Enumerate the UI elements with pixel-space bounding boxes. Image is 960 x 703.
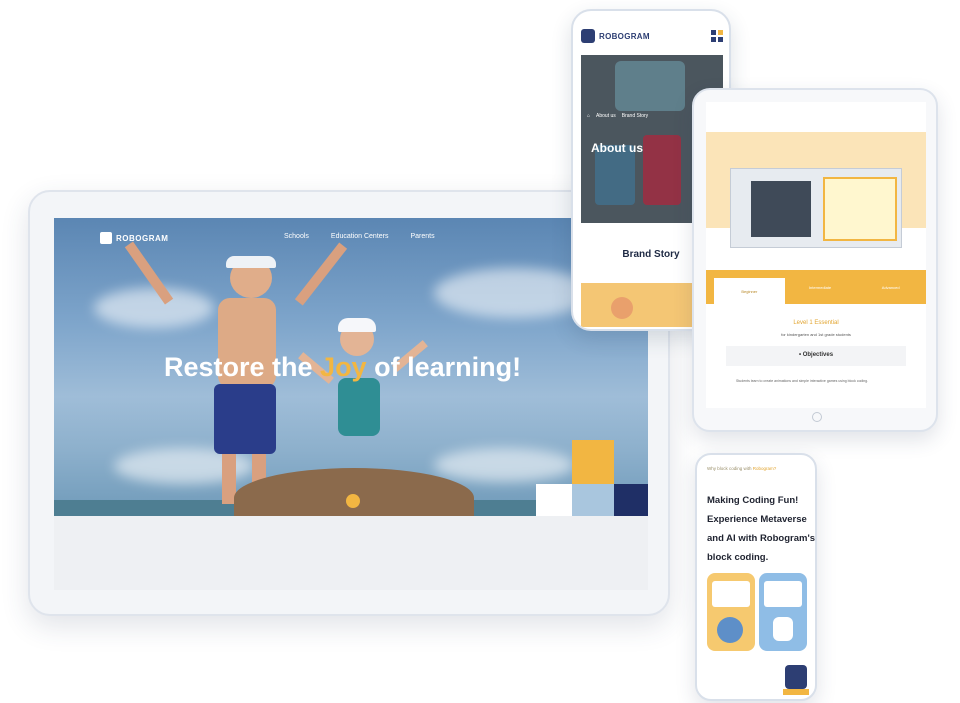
ide-code-panel bbox=[823, 177, 897, 241]
robot-logo-icon bbox=[581, 29, 595, 43]
menu-grid-icon[interactable] bbox=[711, 30, 723, 42]
desktop-screen: ROBOGRAM Schools Education Centers Paren… bbox=[54, 218, 648, 590]
deco-square-navy bbox=[614, 484, 648, 516]
tablet-screen: Beginner Intermediate Advanced Level 1 E… bbox=[706, 102, 926, 408]
tablet-mockup: Beginner Intermediate Advanced Level 1 E… bbox=[692, 88, 938, 432]
robot-logo-icon bbox=[100, 232, 112, 244]
home-icon[interactable]: ⌂ bbox=[587, 113, 590, 119]
ide-stage bbox=[751, 181, 811, 237]
mascot-base bbox=[783, 689, 809, 695]
mobile-header: ROBOGRAM bbox=[581, 21, 723, 51]
feature-card-metaverse[interactable] bbox=[707, 573, 755, 651]
mobile-logo[interactable]: ROBOGRAM bbox=[581, 29, 650, 43]
nav-link-schools[interactable]: Schools bbox=[284, 233, 309, 240]
robot-mascot-icon bbox=[785, 665, 807, 689]
nav-link-parents[interactable]: Parents bbox=[411, 233, 435, 240]
eyebrow-highlight: Robogram? bbox=[752, 466, 777, 471]
nav-link-education-centers[interactable]: Education Centers bbox=[331, 233, 389, 240]
breadcrumb: ⌂ About us Brand Story bbox=[587, 113, 648, 119]
breadcrumb-brand-story[interactable]: Brand Story bbox=[622, 113, 648, 119]
sandcastle bbox=[234, 468, 474, 516]
hero-title: Restore the Joy of learning! bbox=[164, 352, 522, 382]
block-coding-ide bbox=[730, 168, 902, 248]
curriculum-banner bbox=[706, 132, 926, 248]
headline: Making Coding Fun! Experience Metaverse … bbox=[707, 495, 815, 563]
deco-square-yellow bbox=[572, 440, 614, 484]
objectives-title: • Objectives bbox=[798, 352, 834, 358]
eyebrow-text: Why block coding with Robogram? bbox=[707, 466, 777, 471]
hero-banner: ROBOGRAM Schools Education Centers Paren… bbox=[54, 218, 648, 516]
deco-square-light-blue bbox=[572, 484, 614, 516]
level-tabs: Beginner Intermediate Advanced bbox=[706, 270, 926, 304]
phone-mockup-why: Why block coding with Robogram? Making C… bbox=[695, 453, 817, 701]
mobile-brand-name: ROBOGRAM bbox=[599, 31, 650, 41]
tab-beginner[interactable]: Beginner bbox=[714, 278, 785, 304]
breadcrumb-about[interactable]: About us bbox=[596, 113, 616, 119]
site-logo[interactable]: ROBOGRAM bbox=[100, 232, 168, 244]
deco-square-white bbox=[536, 484, 574, 516]
brand-name: ROBOGRAM bbox=[116, 233, 169, 243]
tab-intermediate[interactable]: Intermediate bbox=[785, 270, 856, 304]
level-subtitle: for kindergarten and 1st grade students bbox=[781, 332, 851, 337]
hero-title-highlight: Joy bbox=[320, 352, 367, 382]
tablet-home-button bbox=[812, 412, 822, 422]
feature-card-ai[interactable] bbox=[759, 573, 807, 651]
objectives-text: Students learn to create animations and … bbox=[736, 379, 869, 383]
tab-advanced[interactable]: Advanced bbox=[855, 270, 926, 304]
main-nav: Schools Education Centers Parents bbox=[284, 233, 435, 240]
level-label: Level 1 Essential bbox=[793, 320, 839, 326]
page-title: About us bbox=[591, 141, 643, 155]
